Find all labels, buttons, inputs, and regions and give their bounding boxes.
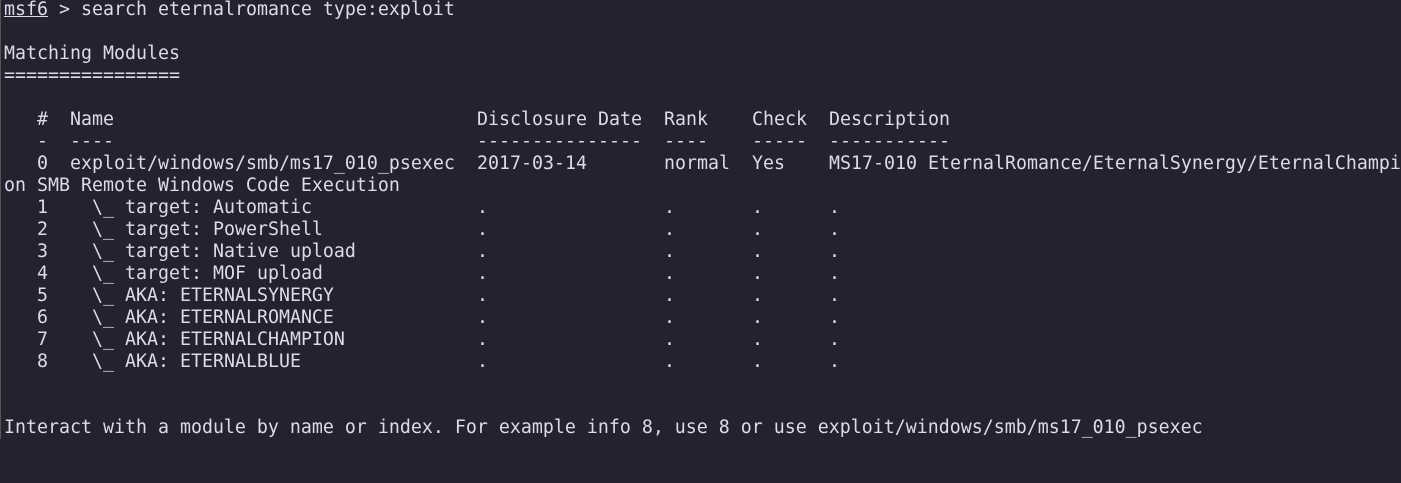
row-description: .	[829, 285, 840, 306]
row-name: \_ AKA: ETERNALSYNERGY	[92, 285, 334, 306]
row-check: .	[752, 263, 763, 284]
row-index: 6	[37, 307, 48, 328]
row-check: .	[752, 197, 763, 218]
header-description: Description	[829, 109, 950, 130]
divider-rank: ----	[664, 131, 708, 152]
row-description: .	[829, 307, 840, 328]
row-description: .	[829, 241, 840, 262]
divider-check: -----	[752, 131, 807, 152]
row-description: .	[829, 351, 840, 372]
row-index: 8	[37, 351, 48, 372]
footer-hint-text: Interact with a module by name or index.…	[4, 417, 1203, 438]
row-index: 7	[37, 329, 48, 350]
row-index: 3	[37, 241, 48, 262]
table-row: 1 \_ target: Automatic....	[1, 197, 1401, 219]
footer-hint: Interact with a module by name or index.…	[1, 417, 1401, 439]
row-description-continued: on SMB Remote Windows Code Execution	[4, 175, 400, 196]
row-rank: .	[664, 329, 675, 350]
table-row: 8 \_ AKA: ETERNALBLUE....	[1, 351, 1401, 373]
row-date: .	[477, 351, 488, 372]
header-check: Check	[752, 109, 807, 130]
divider-name: ----	[70, 131, 114, 152]
row-name: \_ target: Automatic	[92, 197, 312, 218]
header-rank: Rank	[664, 109, 708, 130]
row-description: .	[829, 219, 840, 240]
row-name: \_ target: Native upload	[92, 241, 356, 262]
row-name: \_ AKA: ETERNALCHAMPION	[92, 329, 345, 350]
row-description: .	[829, 263, 840, 284]
row-date: .	[477, 307, 488, 328]
heading-underline: ================	[1, 65, 1401, 87]
heading-text: Matching Modules	[4, 43, 180, 64]
row-check: .	[752, 329, 763, 350]
row-index: 4	[37, 263, 48, 284]
row-index: 2	[37, 219, 48, 240]
table-row: 6 \_ AKA: ETERNALROMANCE....	[1, 307, 1401, 329]
prompt-name: msf6	[4, 0, 48, 20]
row-name: \_ target: MOF upload	[92, 263, 323, 284]
row-name: \_ AKA: ETERNALROMANCE	[92, 307, 334, 328]
table-row: 3 \_ target: Native upload....	[1, 241, 1401, 263]
divider-index: -	[37, 131, 48, 152]
row-rank: .	[664, 219, 675, 240]
row-check: .	[752, 219, 763, 240]
table-row: 4 \_ target: MOF upload....	[1, 263, 1401, 285]
row-name: \_ AKA: ETERNALBLUE	[92, 351, 301, 372]
row-rank: .	[664, 307, 675, 328]
row-description: MS17-010 EternalRomance/EternalSynergy/E…	[829, 153, 1401, 174]
divider-date: ---------------	[477, 131, 642, 152]
row-date: .	[477, 241, 488, 262]
row-rank: .	[664, 197, 675, 218]
row-rank: .	[664, 351, 675, 372]
table-row: 0 exploit/windows/smb/ms17_010_psexec 20…	[1, 153, 1401, 175]
row-index: 5	[37, 285, 48, 306]
row-date: .	[477, 197, 488, 218]
row-date: .	[477, 329, 488, 350]
table-header: # Name Disclosure Date Rank Check Descri…	[1, 109, 1401, 131]
divider-description: -----------	[829, 131, 950, 152]
terminal[interactable]: msf6 > search eternalromance type:exploi…	[0, 0, 1401, 439]
table-row: 5 \_ AKA: ETERNALSYNERGY....	[1, 285, 1401, 307]
row-name: \_ target: PowerShell	[92, 219, 323, 240]
row-description: .	[829, 197, 840, 218]
row-name: exploit/windows/smb/ms17_010_psexec	[70, 153, 455, 174]
prompt-separator: >	[59, 0, 70, 20]
heading-title: Matching Modules	[1, 43, 1401, 65]
header-date: Disclosure Date	[477, 109, 642, 130]
row-rank: .	[664, 241, 675, 262]
table-row-wrap: on SMB Remote Windows Code Execution	[1, 175, 1401, 197]
command-text: search eternalromance type:exploit	[81, 0, 455, 20]
row-date: .	[477, 263, 488, 284]
row-rank: .	[664, 263, 675, 284]
row-check: .	[752, 241, 763, 262]
row-date: .	[477, 285, 488, 306]
table-row: 2 \_ target: PowerShell....	[1, 219, 1401, 241]
row-check: .	[752, 351, 763, 372]
prompt-line: msf6 > search eternalromance type:exploi…	[1, 0, 1401, 21]
table-divider: - ---- --------------- ---- ----- ------…	[1, 131, 1401, 153]
row-rank: normal	[664, 153, 730, 174]
table-row: 7 \_ AKA: ETERNALCHAMPION....	[1, 329, 1401, 351]
row-description: .	[829, 329, 840, 350]
row-check: .	[752, 285, 763, 306]
header-name: Name	[70, 109, 114, 130]
row-index: 1	[37, 197, 48, 218]
row-check: .	[752, 307, 763, 328]
row-date: .	[477, 219, 488, 240]
header-index: #	[37, 109, 48, 130]
row-rank: .	[664, 285, 675, 306]
row-check: Yes	[752, 153, 785, 174]
row-index: 0	[37, 153, 48, 174]
row-date: 2017-03-14	[477, 153, 587, 174]
heading-underline-text: ================	[4, 65, 180, 86]
